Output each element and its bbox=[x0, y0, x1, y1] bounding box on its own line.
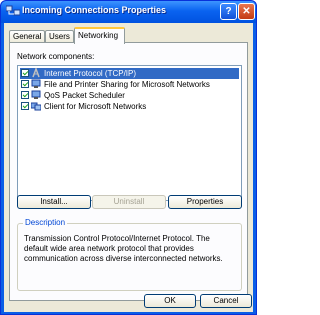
description-text: Transmission Control Protocol/Internet P… bbox=[24, 234, 223, 263]
network-connection-icon bbox=[6, 5, 20, 16]
tab-networking[interactable]: Networking bbox=[74, 27, 125, 44]
components-list[interactable]: Internet Protocol (TCP/IP) File and Prin… bbox=[17, 65, 242, 201]
list-item[interactable]: QoS Packet Scheduler bbox=[20, 90, 239, 101]
description-group: Description Transmission Control Protoco… bbox=[17, 218, 242, 291]
list-item[interactable]: File and Printer Sharing for Microsoft N… bbox=[20, 79, 239, 90]
cancel-button[interactable]: Cancel bbox=[200, 294, 252, 308]
window-title: Incoming Connections Properties bbox=[22, 5, 167, 15]
properties-button[interactable]: Properties bbox=[168, 195, 242, 209]
checkbox[interactable] bbox=[21, 102, 29, 110]
checkbox[interactable] bbox=[21, 91, 29, 99]
install-button[interactable]: Install... bbox=[17, 195, 91, 209]
list-item-label: Client for Microsoft Networks bbox=[44, 102, 147, 111]
checkbox[interactable] bbox=[21, 69, 29, 77]
protocol-icon bbox=[32, 68, 40, 78]
close-button[interactable]: ✕ bbox=[238, 3, 255, 20]
properties-window: Incoming Connections Properties ? ✕ Gene… bbox=[0, 0, 257, 315]
list-item[interactable]: Internet Protocol (TCP/IP) bbox=[20, 68, 239, 79]
list-item-label: Internet Protocol (TCP/IP) bbox=[44, 69, 137, 78]
list-item-label: File and Printer Sharing for Microsoft N… bbox=[44, 80, 210, 89]
ok-button[interactable]: OK bbox=[144, 294, 196, 308]
networking-panel: Network components: Internet Protocol (T… bbox=[9, 42, 248, 301]
list-item-label: QoS Packet Scheduler bbox=[44, 91, 125, 100]
checkbox[interactable] bbox=[21, 80, 29, 88]
uninstall-button[interactable]: Uninstall bbox=[92, 195, 166, 209]
help-button[interactable]: ? bbox=[220, 3, 237, 20]
network-client-icon bbox=[31, 102, 41, 111]
title-bar[interactable]: Incoming Connections Properties ? ✕ bbox=[1, 1, 256, 23]
components-label: Network components: bbox=[17, 52, 95, 61]
network-service-icon bbox=[31, 79, 41, 88]
dialog-client-area: General Users Networking Network compone… bbox=[4, 23, 253, 312]
list-item[interactable]: Client for Microsoft Networks bbox=[20, 101, 239, 112]
network-service-icon bbox=[31, 90, 41, 99]
description-title: Description bbox=[23, 218, 68, 227]
